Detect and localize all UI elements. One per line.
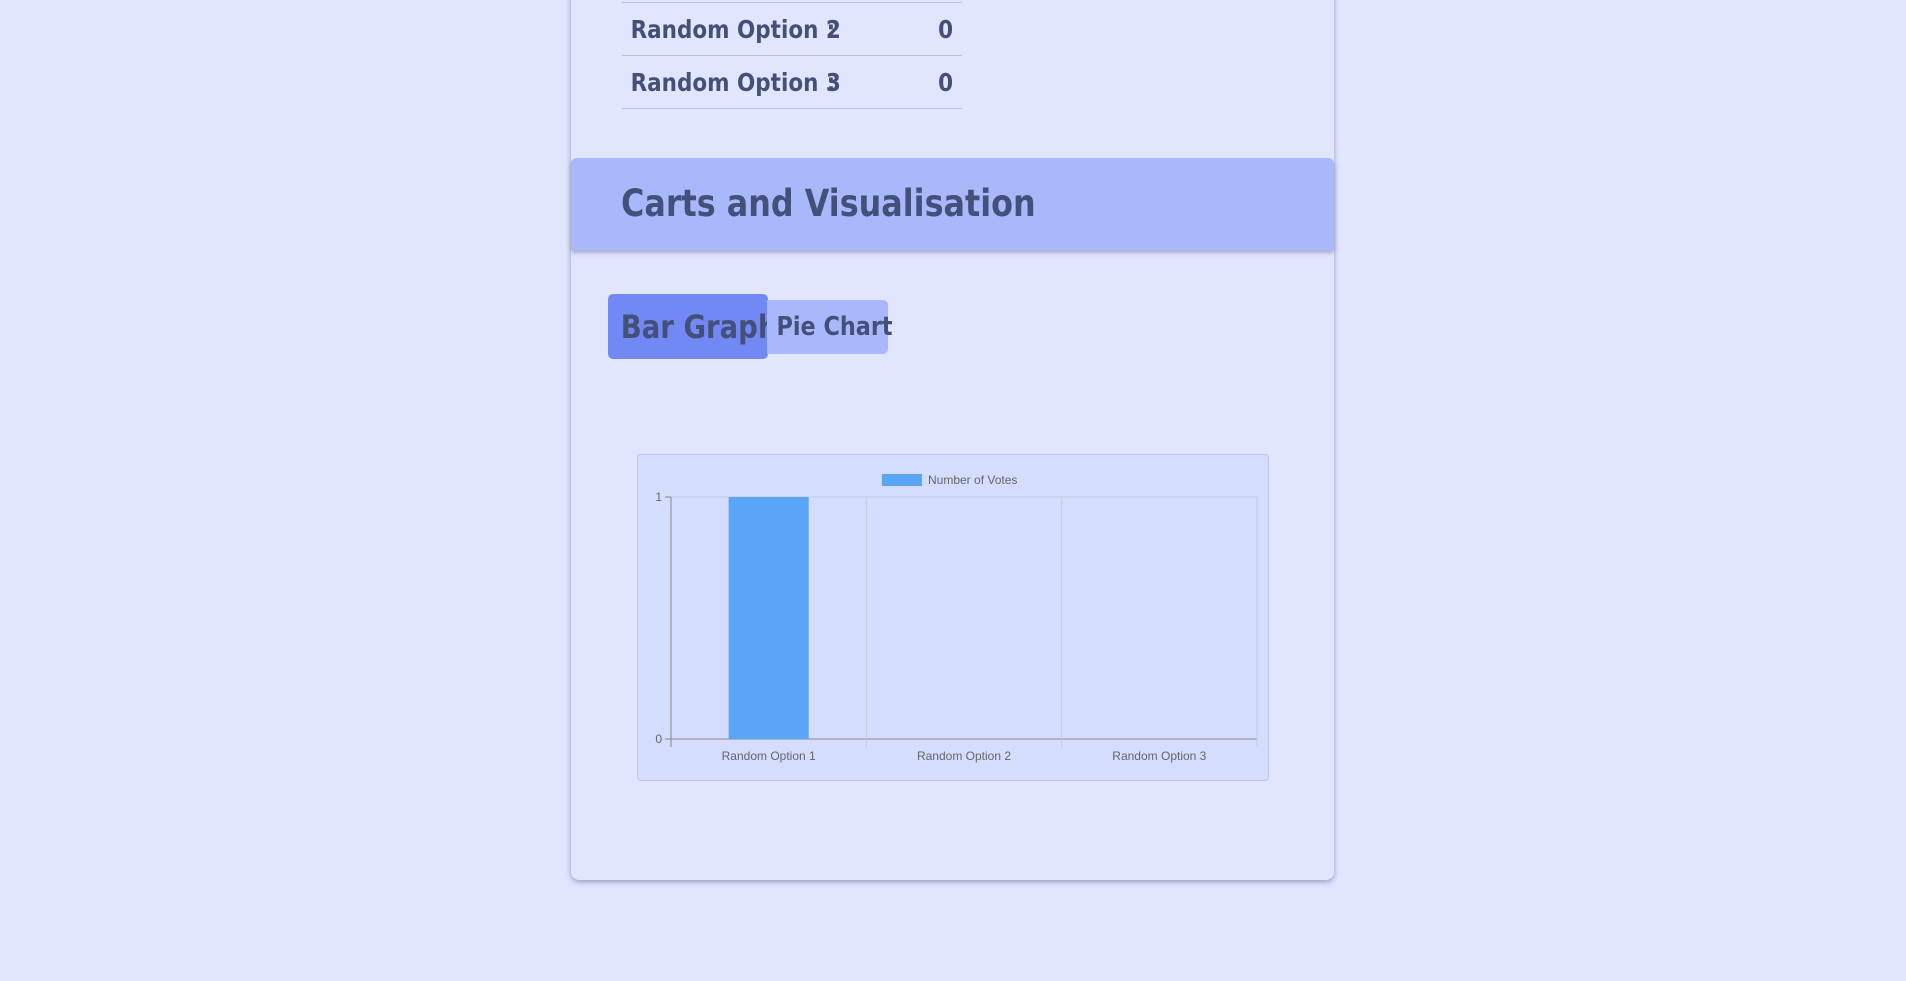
result-separator: : — [826, 68, 836, 97]
tab-bar-graph-label: Bar Graph — [620, 307, 778, 346]
section-title: Carts and Visualisation — [621, 182, 1036, 225]
poll-card: Random Option 2 : 0 Random Option 3 : 0 … — [571, 0, 1334, 880]
legend-label: Number of Votes — [928, 473, 1017, 487]
result-row: Random Option 3 : 0 — [622, 55, 962, 109]
x-tick-label: Random Option 3 — [1112, 749, 1206, 763]
x-tick-label: Random Option 1 — [722, 749, 816, 763]
legend-swatch — [882, 474, 922, 486]
result-option-label: Random Option 2 — [630, 15, 841, 44]
bar-chart: 0 1 Random Option 1 Random Option 2 Random O… — [637, 454, 1269, 781]
bar — [728, 497, 809, 739]
result-separator: : — [826, 15, 836, 44]
y-tick-label: 0 — [655, 732, 662, 746]
result-option-label: Random Option 3 — [630, 68, 841, 97]
tab-bar-graph[interactable]: Bar Graph — [608, 294, 777, 359]
result-row: Random Option 2 : 0 — [622, 2, 962, 55]
tab-pie-chart[interactable]: Pie Chart — [767, 300, 893, 354]
bar-chart-svg: 0 1 Random Option 1 Random Option 2 Random O… — [655, 473, 1258, 763]
result-count: 0 — [938, 68, 954, 97]
result-count: 0 — [938, 15, 954, 44]
tab-pie-chart-label: Pie Chart — [776, 312, 893, 342]
results-list: Random Option 2 : 0 Random Option 3 : 0 — [622, 2, 962, 109]
section-header: Carts and Visualisation — [571, 158, 1334, 250]
x-tick-label: Random Option 2 — [917, 749, 1011, 763]
y-tick-label: 1 — [655, 490, 662, 504]
